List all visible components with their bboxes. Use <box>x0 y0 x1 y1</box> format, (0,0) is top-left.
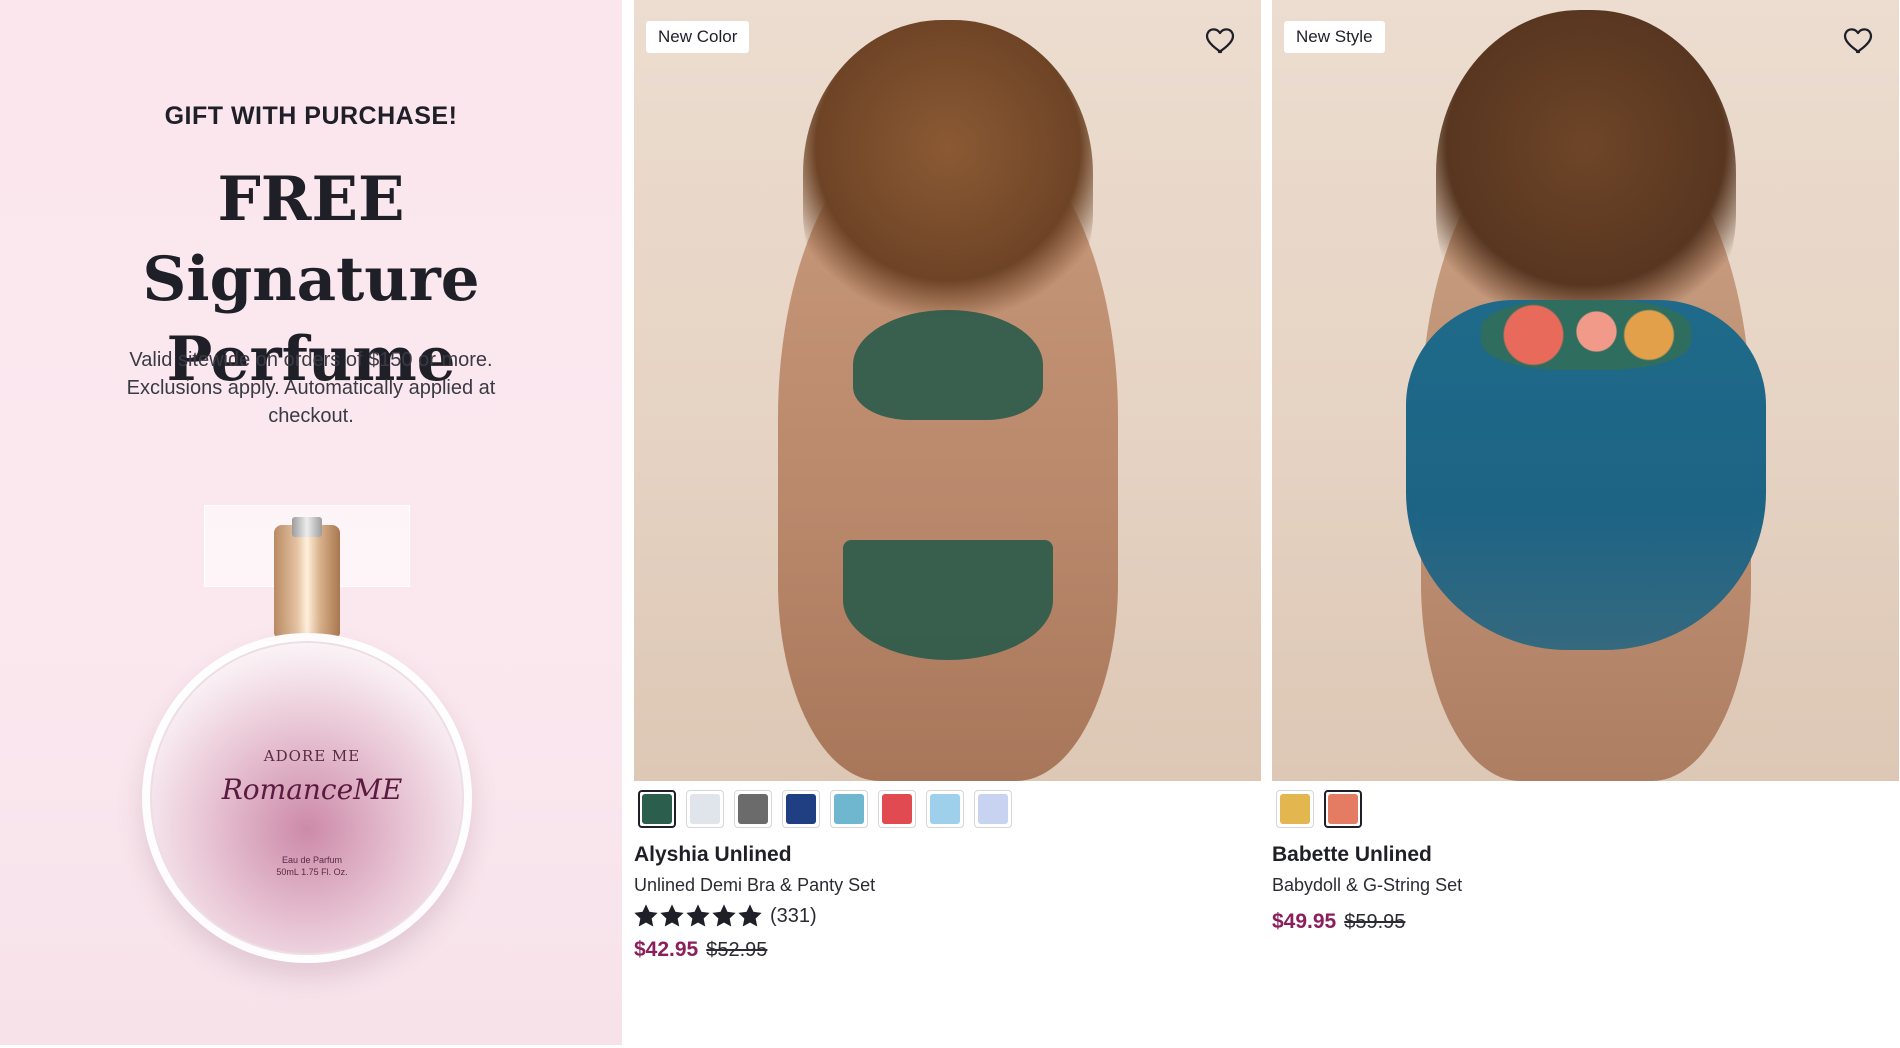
promo-eyebrow: GIFT WITH PURCHASE! <box>164 102 458 130</box>
swatch-color-chip <box>978 794 1008 824</box>
product-badge: New Style <box>1284 21 1385 53</box>
heart-outline-icon <box>1843 28 1873 54</box>
swatch-color-chip <box>786 794 816 824</box>
product-badge: New Color <box>646 21 750 53</box>
color-swatches <box>638 790 1012 828</box>
color-swatch[interactable] <box>782 790 820 828</box>
wishlist-heart-button[interactable] <box>1201 20 1241 60</box>
promo-terms: Valid sitewide on orders of $150 or more… <box>126 349 496 427</box>
swatch-color-chip <box>1328 794 1358 824</box>
color-swatch[interactable] <box>878 790 916 828</box>
star-icon <box>660 904 684 927</box>
color-swatch[interactable] <box>830 790 868 828</box>
product-card[interactable]: New Style Babette Unlined Babydoll & G-S… <box>1272 0 1899 1048</box>
sale-price: $42.95 <box>634 938 699 961</box>
color-swatch[interactable] <box>638 790 676 828</box>
swatch-color-chip <box>834 794 864 824</box>
color-swatch[interactable] <box>734 790 772 828</box>
swatch-color-chip <box>882 794 912 824</box>
color-swatch[interactable] <box>974 790 1012 828</box>
perfume-bottle-image: ADORE ME RomanceME Eau de Parfum 50mL 1.… <box>128 505 496 965</box>
star-icon <box>738 904 762 927</box>
swatch-color-chip <box>690 794 720 824</box>
color-swatch[interactable] <box>926 790 964 828</box>
gift-with-purchase-promo[interactable]: GIFT WITH PURCHASE! FREE Signature Perfu… <box>0 0 622 1045</box>
sale-price: $49.95 <box>1272 910 1337 933</box>
product-image[interactable]: New Style <box>1272 0 1899 781</box>
perfume-collar <box>274 517 340 637</box>
product-image[interactable]: New Color <box>634 0 1261 781</box>
star-icon <box>634 904 658 927</box>
swatch-color-chip <box>930 794 960 824</box>
product-floral-cups <box>1480 300 1691 370</box>
color-swatch[interactable] <box>1276 790 1314 828</box>
wishlist-heart-button[interactable] <box>1839 20 1879 60</box>
star-icon <box>712 904 736 927</box>
model-hair <box>1435 10 1736 350</box>
product-description: Babydoll & G-String Set <box>1272 875 1463 895</box>
heart-outline-icon <box>1205 28 1235 54</box>
swatch-color-chip <box>1280 794 1310 824</box>
perfume-name-label: RomanceME <box>221 773 403 806</box>
swatch-color-chip <box>642 794 672 824</box>
original-price: $59.95 <box>1344 911 1406 933</box>
model-hair <box>802 20 1093 340</box>
color-swatches <box>1276 790 1362 828</box>
color-swatch[interactable] <box>1324 790 1362 828</box>
star-icon <box>686 904 710 927</box>
product-description: Unlined Demi Bra & Panty Set <box>634 875 876 895</box>
color-swatch[interactable] <box>686 790 724 828</box>
product-card[interactable]: New Color Alyshia Unlined Unlined Demi B… <box>634 0 1261 1048</box>
perfume-volume-label: 50mL 1.75 Fl. Oz. <box>276 867 348 877</box>
perfume-type-label: Eau de Parfum <box>281 855 343 865</box>
product-bra <box>852 310 1043 420</box>
product-panty <box>842 540 1053 660</box>
perfume-brand-label: ADORE ME <box>263 747 361 765</box>
product-name[interactable]: Alyshia Unlined <box>634 843 792 867</box>
original-price: $52.95 <box>706 939 768 961</box>
rating-stars <box>634 904 762 928</box>
product-rating[interactable]: (331) <box>634 900 817 932</box>
product-name[interactable]: Babette Unlined <box>1272 843 1432 867</box>
product-price: $49.95 $59.95 <box>1272 910 1405 934</box>
swatch-color-chip <box>738 794 768 824</box>
product-price: $42.95 $52.95 <box>634 938 767 962</box>
review-count: (331) <box>770 904 817 927</box>
